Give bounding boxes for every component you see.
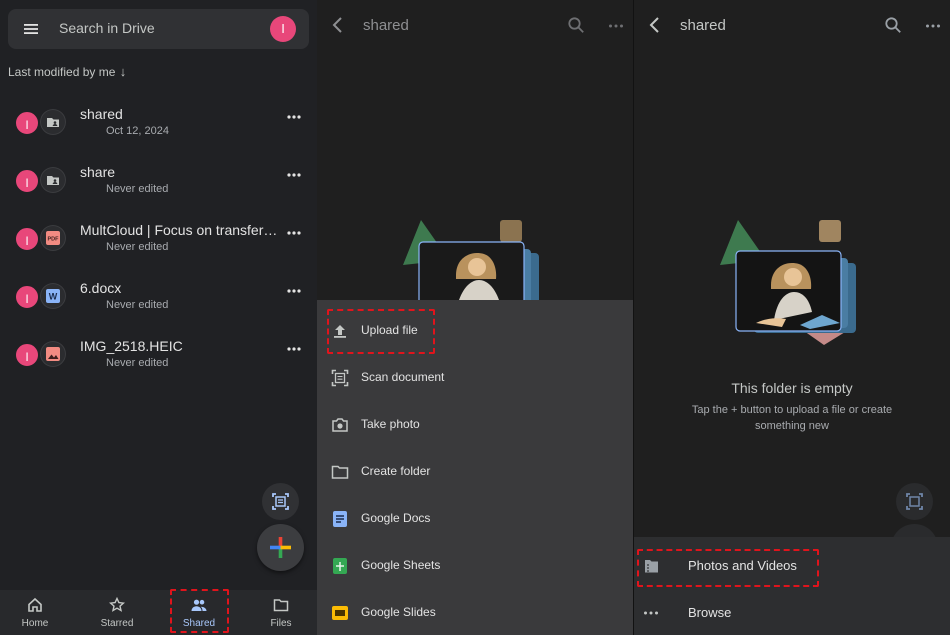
owner-avatar: I	[14, 342, 40, 368]
word-doc-icon: W	[38, 281, 68, 311]
nav-starred[interactable]: Starred	[85, 590, 149, 635]
bottom-navigation: Home Starred Shared Files	[0, 590, 317, 635]
shared-folder-icon	[38, 165, 68, 195]
file-name: shared	[80, 106, 123, 122]
file-modified: Never edited	[106, 357, 169, 369]
owner-avatar: I	[14, 110, 40, 136]
back-arrow-icon[interactable]	[647, 16, 661, 34]
file-row[interactable]: I W 6.docx Never edited	[0, 274, 317, 332]
nav-starred-label: Starred	[100, 618, 134, 629]
search-icon[interactable]	[567, 16, 585, 34]
scan-icon	[906, 493, 923, 510]
owner-avatar: I	[14, 226, 40, 252]
menu-create-folder[interactable]: Create folder	[317, 449, 633, 496]
file-modified: Never edited	[106, 241, 169, 253]
search-icon[interactable]	[884, 16, 902, 34]
empty-folder-illustration	[403, 220, 539, 305]
new-item-menu-screen: shared Upload file Scan document Take ph…	[317, 0, 633, 635]
folder-title: shared	[680, 17, 726, 34]
file-name: share	[80, 164, 116, 180]
empty-state-subtitle: Tap the + button to upload a file or cre…	[691, 404, 893, 432]
scan-icon	[331, 369, 349, 387]
file-row[interactable]: I share Never edited	[0, 158, 317, 216]
scan-fab[interactable]	[262, 483, 299, 520]
nav-files[interactable]: Files	[249, 590, 313, 635]
hamburger-menu-icon[interactable]	[23, 21, 39, 37]
star-icon	[109, 597, 125, 612]
pdf-icon: PDF	[38, 223, 68, 253]
drive-shared-screen: Search in Drive I Last modified by me ↓ …	[0, 0, 317, 635]
menu-google-sheets[interactable]: Google Sheets	[317, 543, 633, 590]
google-slides-icon	[332, 606, 348, 620]
highlight-box	[327, 309, 435, 354]
file-modified: Oct 12, 2024	[106, 125, 169, 137]
upload-source-screen: shared This folder is empty Tap the + bu…	[634, 0, 950, 635]
nav-files-label: Files	[270, 618, 292, 629]
menu-google-docs[interactable]: Google Docs	[317, 496, 633, 543]
nav-home[interactable]: Home	[3, 590, 67, 635]
menu-label: Google Docs	[361, 511, 431, 525]
more-options-icon[interactable]	[286, 167, 302, 183]
more-options-icon[interactable]	[286, 283, 302, 299]
file-name: 6.docx	[80, 280, 122, 296]
file-row[interactable]: I shared Oct 12, 2024	[0, 100, 317, 158]
google-sheets-icon	[333, 558, 347, 574]
file-modified: Never edited	[106, 299, 169, 311]
folder-icon	[273, 599, 289, 612]
search-placeholder[interactable]: Search in Drive	[59, 20, 155, 36]
image-icon	[38, 339, 68, 369]
more-options-icon[interactable]	[925, 18, 941, 34]
owner-avatar: I	[14, 284, 40, 310]
file-name: IMG_2518.HEIC	[80, 338, 183, 354]
file-row[interactable]: I IMG_2518.HEIC Never edited	[0, 332, 317, 390]
camera-icon	[332, 418, 348, 432]
home-icon	[28, 597, 42, 612]
file-row[interactable]: I PDF MultCloud | Focus on transferri...…	[0, 216, 317, 274]
google-docs-icon	[333, 511, 347, 527]
highlight-box	[637, 549, 819, 587]
menu-take-photo[interactable]: Take photo	[317, 402, 633, 449]
menu-label: Create folder	[361, 464, 431, 478]
svg-text:PDF: PDF	[48, 237, 60, 243]
more-options-icon[interactable]	[608, 18, 624, 34]
new-fab[interactable]	[257, 524, 304, 571]
more-options-icon[interactable]	[286, 225, 302, 241]
highlight-box	[170, 589, 229, 633]
svg-text:W: W	[49, 292, 58, 302]
empty-state-title: This folder is empty	[731, 380, 853, 396]
sort-control[interactable]: Last modified by me ↓	[8, 64, 126, 79]
menu-label: Take photo	[361, 417, 420, 431]
option-browse[interactable]: Browse	[634, 590, 950, 635]
sort-label: Last modified by me	[8, 65, 116, 79]
file-modified: Never edited	[106, 183, 169, 195]
back-arrow-icon[interactable]	[330, 16, 344, 34]
scan-fab[interactable]	[896, 483, 933, 520]
scan-icon	[272, 493, 289, 510]
owner-avatar: I	[14, 168, 40, 194]
more-horiz-icon	[644, 611, 658, 615]
shared-folder-icon	[38, 107, 68, 137]
sort-direction-icon: ↓	[119, 64, 127, 79]
nav-home-label: Home	[21, 618, 49, 629]
menu-label: Scan document	[361, 370, 445, 384]
menu-label: Google Slides	[361, 605, 436, 619]
file-name: MultCloud | Focus on transferri...	[80, 222, 280, 238]
more-options-icon[interactable]	[286, 109, 302, 125]
menu-google-slides[interactable]: Google Slides	[317, 590, 633, 635]
folder-icon	[331, 465, 349, 479]
more-options-icon[interactable]	[286, 341, 302, 357]
plus-icon	[270, 537, 291, 558]
search-bar[interactable]: Search in Drive I	[8, 9, 309, 49]
menu-label: Google Sheets	[361, 558, 441, 572]
folder-title: shared	[363, 17, 409, 34]
account-avatar[interactable]: I	[270, 16, 296, 42]
empty-folder-illustration	[720, 220, 856, 345]
option-label: Browse	[688, 605, 732, 620]
menu-scan-document[interactable]: Scan document	[317, 355, 633, 402]
